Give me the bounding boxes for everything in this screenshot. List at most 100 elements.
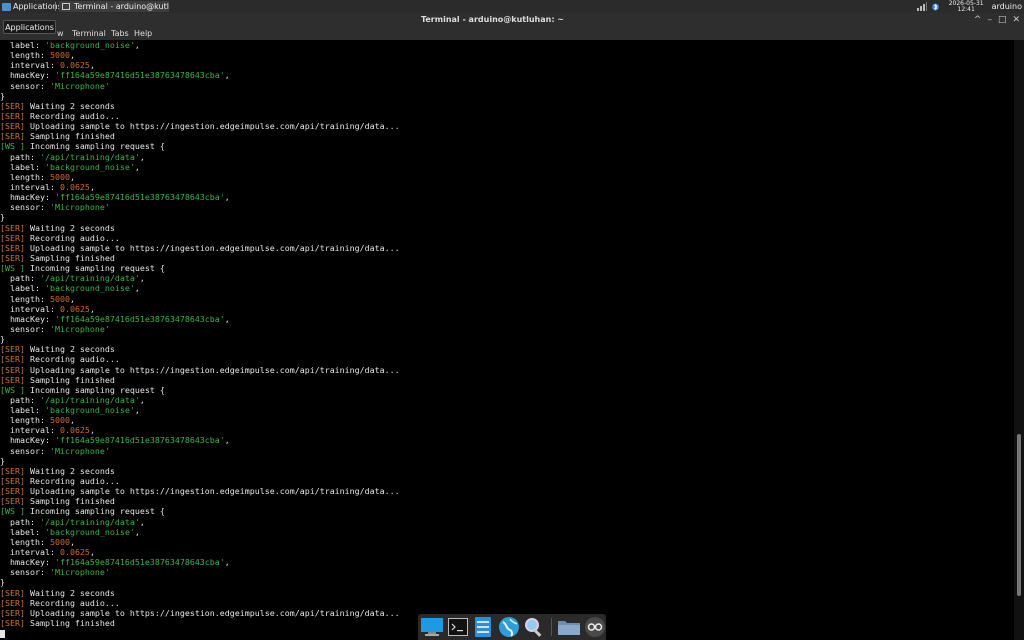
maximize-button[interactable]: □ xyxy=(998,13,1007,27)
terminal-text: , xyxy=(69,415,75,426)
log-tag: [SER] xyxy=(0,100,25,111)
terminal-text: Sampling finished xyxy=(24,131,115,142)
dock-item-arduino[interactable] xyxy=(584,616,606,638)
terminal-text: 5000 xyxy=(49,50,70,61)
dock-item-app-finder[interactable] xyxy=(524,616,545,638)
terminal-text: 'ff164a59e87416d51e38763478643cba' xyxy=(54,557,225,568)
terminal-text: hmacKey: xyxy=(0,557,55,568)
terminal-text: Incoming sampling request { xyxy=(24,506,165,517)
terminal-text: , xyxy=(139,151,145,162)
window-titlebar[interactable]: Terminal - arduino@kutluhan: ~ ^ – □ ✕ xyxy=(0,13,1024,27)
terminal-text: path: xyxy=(0,394,40,405)
terminal-line: length: 5000, xyxy=(0,415,400,425)
terminal-line: [SER] Recording audio... xyxy=(0,111,400,121)
terminal-text: , xyxy=(69,50,75,61)
terminal-line: hmacKey: 'ff164a59e87416d51e38763478643c… xyxy=(0,70,400,80)
log-tag: [SER] xyxy=(0,222,25,233)
terminal-text: 5000 xyxy=(49,415,70,426)
clock[interactable]: 2026-05-31 12:41 xyxy=(949,0,984,13)
terminal-text: , xyxy=(89,425,95,436)
dock-item-desktop[interactable] xyxy=(421,616,443,638)
terminal-text: Sampling finished xyxy=(24,496,115,507)
terminal-text: label: xyxy=(0,40,45,50)
terminal-text: sensor: xyxy=(0,323,50,334)
terminal-text: length: xyxy=(0,50,50,61)
terminal-text: 'ff164a59e87416d51e38763478643cba' xyxy=(54,192,225,203)
scrollbar-thumb[interactable] xyxy=(1017,434,1021,596)
dock-item-web-browser[interactable] xyxy=(498,616,520,638)
network-signal-icon[interactable] xyxy=(916,2,927,11)
terminal-text: } xyxy=(0,334,5,345)
terminal-line: [SER] Waiting 2 seconds xyxy=(0,588,400,598)
terminal-text: 0.0625 xyxy=(59,547,90,558)
terminal-line: label: 'background_noise', xyxy=(0,405,400,415)
terminal-text: Recording audio... xyxy=(24,597,120,608)
terminal-text: 'background_noise' xyxy=(44,526,135,537)
terminal-output[interactable]: label: 'background_noise', length: 5000,… xyxy=(0,40,1014,640)
terminal-cursor xyxy=(0,629,5,638)
desktop-icon xyxy=(421,618,443,636)
terminal-text: , xyxy=(224,435,230,446)
terminal-text: sensor: xyxy=(0,445,50,456)
terminal-text: Sampling finished xyxy=(24,252,115,263)
terminal-text: , xyxy=(224,70,230,81)
terminal-text: Recording audio... xyxy=(24,476,120,487)
file-manager-icon xyxy=(475,617,492,637)
terminal-line: } xyxy=(0,334,400,344)
log-tag: [SER] xyxy=(0,354,25,365)
search-icon xyxy=(525,618,542,637)
terminal-line: [SER] Recording audio... xyxy=(0,598,400,608)
terminal-line: path: '/api/training/data', xyxy=(0,517,400,527)
menu-help[interactable]: Help xyxy=(134,27,152,40)
terminal-line: [WS ] Incoming sampling request { xyxy=(0,506,400,516)
menu-view-fragment[interactable]: w xyxy=(57,27,64,40)
terminal-line: [SER] Waiting 2 seconds xyxy=(0,344,400,354)
dock-item-terminal[interactable] xyxy=(447,616,468,638)
applications-icon xyxy=(2,2,11,11)
terminal-line: hmacKey: 'ff164a59e87416d51e38763478643c… xyxy=(0,557,400,567)
terminal-line: [SER] Waiting 2 seconds xyxy=(0,101,400,111)
terminal-line: [WS ] Incoming sampling request { xyxy=(0,263,400,273)
taskbar-terminal-label: Terminal - arduino@kutl... xyxy=(74,2,169,11)
dock-item-folder[interactable] xyxy=(558,616,580,638)
log-tag: [WS ] xyxy=(0,263,25,274)
dock-item-file-manager[interactable] xyxy=(472,616,493,638)
user-menu[interactable]: arduino xyxy=(992,0,1022,13)
terminal-line: } xyxy=(0,456,400,466)
minimize-button[interactable]: – xyxy=(987,13,992,27)
system-tray: 2026-05-31 12:41 arduino xyxy=(916,0,1024,13)
taskbar-terminal-button[interactable]: Terminal - arduino@kutl... xyxy=(59,1,169,12)
terminal-line: [SER] Uploading sample to https://ingest… xyxy=(0,608,400,618)
terminal-text: , xyxy=(69,293,75,304)
terminal-text: '/api/training/data' xyxy=(39,273,140,284)
terminal-text: , xyxy=(89,303,95,314)
terminal-line: interval: 0.0625, xyxy=(0,60,400,70)
terminal-text: 'background_noise' xyxy=(44,283,135,294)
terminal-text: , xyxy=(89,181,95,192)
terminal-text: path: xyxy=(0,516,40,527)
terminal-line: [SER] Sampling finished xyxy=(0,375,400,385)
terminal-scrollbar[interactable] xyxy=(1014,40,1024,640)
menu-terminal[interactable]: Terminal xyxy=(72,27,106,40)
terminal-text: , xyxy=(134,161,140,172)
log-tag: [SER] xyxy=(0,121,25,132)
menu-tabs[interactable]: Tabs xyxy=(111,27,129,40)
chevron-up-icon[interactable]: ^ xyxy=(974,13,982,27)
terminal-text: , xyxy=(134,526,140,537)
log-tag: [SER] xyxy=(0,465,25,476)
terminal-text: length: xyxy=(0,171,50,182)
terminal-text: 0.0625 xyxy=(59,425,90,436)
terminal-text: sensor: xyxy=(0,567,50,578)
terminal-text: 5000 xyxy=(49,171,70,182)
close-button[interactable]: ✕ xyxy=(1012,13,1020,27)
terminal-line: length: 5000, xyxy=(0,172,400,182)
terminal-text: Uploading sample to https://ingestion.ed… xyxy=(24,607,400,618)
terminal-text: label: xyxy=(0,405,45,416)
log-tag: [SER] xyxy=(0,131,25,142)
bluetooth-icon[interactable] xyxy=(931,2,939,12)
log-tag: [SER] xyxy=(0,587,25,598)
log-tag: [SER] xyxy=(0,242,25,253)
terminal-text: label: xyxy=(0,161,45,172)
terminal-line: length: 5000, xyxy=(0,294,400,304)
terminal-text: 'Microphone' xyxy=(49,323,110,334)
